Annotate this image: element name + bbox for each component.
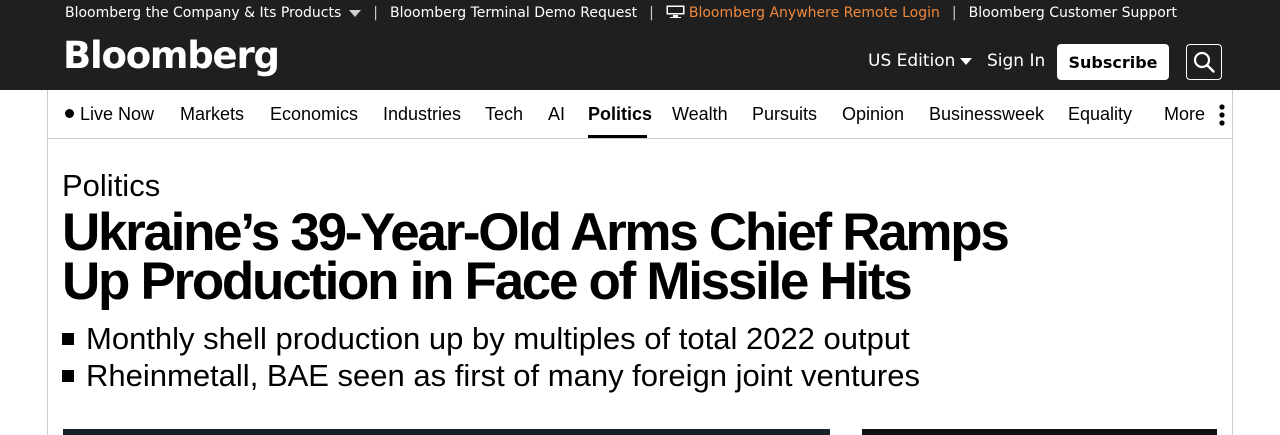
utility-separator: | <box>951 5 957 21</box>
nav-item-pursuits[interactable]: Pursuits <box>752 104 817 125</box>
nav-item-businessweek[interactable]: Businessweek <box>929 104 1044 125</box>
edition-selector[interactable]: US Edition <box>868 51 973 71</box>
summary-text: Rheinmetall, BAE seen as first of many f… <box>86 358 920 393</box>
nav-item-live-now[interactable]: Live Now <box>65 104 154 125</box>
nav-item-equality[interactable]: Equality <box>1068 104 1132 125</box>
sign-in-link[interactable]: Sign In <box>987 51 1045 71</box>
terminal-demo-link[interactable]: Bloomberg Terminal Demo Request <box>390 5 637 21</box>
square-bullet-icon <box>62 369 74 382</box>
square-bullet-icon <box>62 332 74 345</box>
summary-item: Monthly shell production up by multiples… <box>62 320 920 357</box>
utility-separator: | <box>649 5 654 21</box>
bloomberg-logo[interactable]: Bloomberg <box>63 37 280 74</box>
subscribe-button[interactable]: Subscribe <box>1057 44 1169 80</box>
section-nav: Live Now Markets Economics Industries Te… <box>48 90 1232 139</box>
utility-separator: | <box>373 5 378 21</box>
nav-item-opinion[interactable]: Opinion <box>842 104 904 125</box>
nav-item-ai[interactable]: AI <box>548 104 565 125</box>
nav-item-more[interactable]: More <box>1164 104 1205 125</box>
monitor-icon <box>666 5 685 18</box>
lead-image <box>63 429 830 435</box>
summary-text: Monthly shell production up by multiples… <box>86 321 910 356</box>
nav-item-tech[interactable]: Tech <box>485 104 523 125</box>
article-summary: Monthly shell production up by multiples… <box>62 320 920 394</box>
anywhere-login-label: Bloomberg Anywhere Remote Login <box>688 5 940 21</box>
nav-item-industries[interactable]: Industries <box>383 104 461 125</box>
utility-bar: Bloomberg the Company & Its Products | B… <box>65 0 1177 26</box>
company-products-link[interactable]: Bloomberg the Company & Its Products <box>65 5 362 21</box>
live-dot-icon <box>65 109 74 118</box>
anywhere-login-link[interactable]: Bloomberg Anywhere Remote Login <box>666 5 940 21</box>
nav-item-politics[interactable]: Politics <box>588 104 652 125</box>
search-button[interactable] <box>1186 44 1222 80</box>
caret-down-icon <box>960 57 973 65</box>
summary-item: Rheinmetall, BAE seen as first of many f… <box>62 357 920 394</box>
search-icon <box>1193 51 1215 73</box>
caret-down-icon <box>349 9 362 17</box>
nav-item-economics[interactable]: Economics <box>270 104 358 125</box>
headline-line-2: Up Production in Face of Missile Hits <box>62 252 913 311</box>
nav-item-wealth[interactable]: Wealth <box>672 104 728 125</box>
edition-label: US Edition <box>868 51 956 71</box>
article-headline: Ukraine’s 39-Year-Old Arms Chief Ramps U… <box>62 206 1042 308</box>
side-media <box>862 429 1217 435</box>
nav-item-markets[interactable]: Markets <box>180 104 244 125</box>
section-kicker[interactable]: Politics <box>62 168 160 204</box>
vertical-dots-icon[interactable] <box>1219 104 1225 126</box>
active-tab-indicator <box>588 135 647 138</box>
masthead: Bloomberg the Company & Its Products | B… <box>0 0 1280 90</box>
customer-support-link[interactable]: Bloomberg Customer Support <box>969 5 1177 21</box>
nav-item-label: Live Now <box>80 104 155 124</box>
company-products-label: Bloomberg the Company & Its Products <box>65 5 342 21</box>
